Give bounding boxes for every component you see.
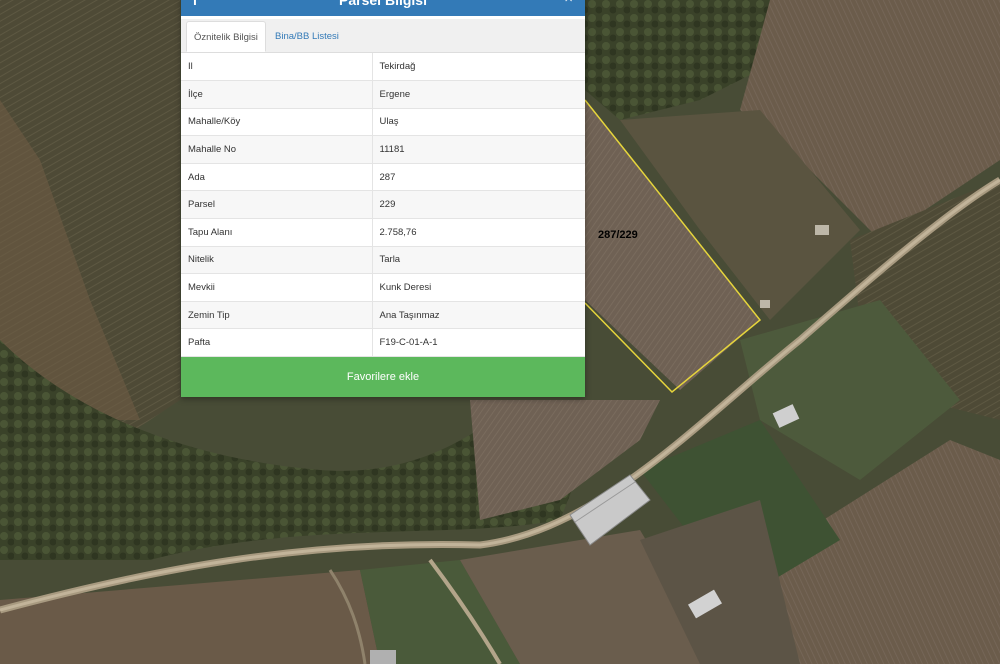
attribute-key: Mahalle No: [181, 135, 373, 164]
tab-bar: Öznitelik Bilgisi Bina/BB Listesi: [181, 19, 585, 53]
table-row: Mevkii Kunk Deresi: [181, 273, 585, 302]
table-row: Mahalle No 11181: [181, 135, 585, 164]
table-row: Pafta F19-C-01-A-1: [181, 328, 585, 358]
table-row: Parsel 229: [181, 190, 585, 220]
close-icon[interactable]: ×: [564, 0, 573, 7]
attribute-value: 229: [372, 190, 585, 220]
add-to-favorites-button[interactable]: Favorilere ekle: [181, 357, 585, 397]
attribute-table: Il Tekirdağ İlçe Ergene Mahalle/Köy Ulaş…: [181, 53, 585, 358]
tab-building-list[interactable]: Bina/BB Listesi: [268, 21, 346, 52]
attribute-value: Tarla: [372, 246, 585, 275]
attribute-value: Ulaş: [372, 108, 585, 137]
parcel-map-label: 287/229: [598, 229, 638, 241]
attribute-value: 287: [372, 163, 585, 192]
attribute-key: Tapu Alanı: [181, 218, 373, 247]
attribute-value: 11181: [372, 135, 585, 164]
attribute-value: 2.758,76: [372, 218, 585, 247]
table-row: Zemin Tip Ana Taşınmaz: [181, 301, 585, 330]
table-row: Nitelik Tarla: [181, 246, 585, 275]
attribute-key: İlçe: [181, 80, 373, 109]
table-row: Il Tekirdağ: [181, 53, 585, 82]
attribute-value: Kunk Deresi: [372, 273, 585, 302]
table-row: Tapu Alanı 2.758,76: [181, 218, 585, 247]
panel-header: i Parsel Bilgisi ×: [181, 0, 585, 16]
attribute-key: Zemin Tip: [181, 301, 373, 330]
tab-attributes[interactable]: Öznitelik Bilgisi: [186, 21, 266, 52]
attribute-key: Nitelik: [181, 246, 373, 275]
table-row: Ada 287: [181, 163, 585, 192]
attribute-key: Mahalle/Köy: [181, 108, 373, 137]
attribute-key: Parsel: [181, 190, 373, 220]
attribute-key: Mevkii: [181, 273, 373, 302]
attribute-value: Ergene: [372, 80, 585, 109]
table-row: İlçe Ergene: [181, 80, 585, 109]
attribute-key: Il: [181, 53, 373, 82]
attribute-key: Pafta: [181, 328, 373, 358]
attribute-value: Tekirdağ: [372, 53, 585, 82]
attribute-key: Ada: [181, 163, 373, 192]
attribute-value: F19-C-01-A-1: [372, 328, 585, 358]
table-row: Mahalle/Köy Ulaş: [181, 108, 585, 137]
panel-title: Parsel Bilgisi: [339, 0, 427, 8]
attribute-value: Ana Taşınmaz: [372, 301, 585, 330]
parcel-info-panel: i Parsel Bilgisi × Öznitelik Bilgisi Bin…: [181, 0, 585, 397]
